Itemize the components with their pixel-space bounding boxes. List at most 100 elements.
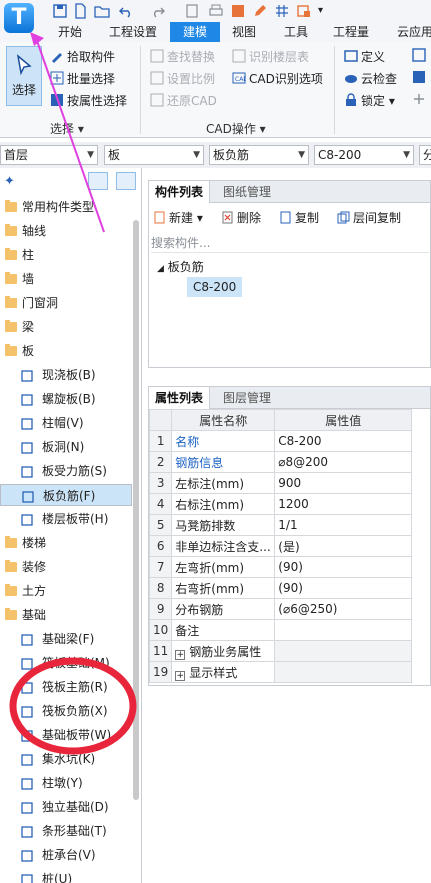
expand-plus-icon[interactable]: +: [175, 649, 186, 660]
tree-item[interactable]: 门窗洞: [0, 292, 132, 314]
delete-button[interactable]: 删除: [221, 209, 261, 227]
axis-icon[interactable]: [412, 92, 426, 110]
property-row[interactable]: 4 右标注(mm) 1200: [148, 493, 413, 515]
cloud-check-button[interactable]: 云检查: [344, 70, 397, 88]
tab-component-list[interactable]: 构件列表: [149, 181, 211, 203]
tree-item[interactable]: 柱帽(V): [0, 412, 132, 434]
tree-item[interactable]: 梁: [0, 316, 132, 338]
tab-view[interactable]: 视图: [224, 22, 264, 42]
tree-item[interactable]: 板受力筋(S): [0, 460, 132, 482]
tree-item[interactable]: 基础: [0, 604, 132, 626]
identify-floor-table-button[interactable]: 识别楼层表: [232, 48, 309, 66]
tree-item[interactable]: 板洞(N): [0, 436, 132, 458]
sparkle-icon[interactable]: ✦: [4, 174, 15, 189]
property-row[interactable]: 19 + 显示样式: [148, 661, 413, 683]
tree-item[interactable]: 现浇板(B): [0, 364, 132, 386]
tree-item[interactable]: 常用构件类型: [0, 196, 132, 218]
tree-item[interactable]: 基础梁(F): [0, 628, 132, 650]
property-row[interactable]: 9 分布钢筋 (⌀6@250): [148, 598, 413, 620]
select-by-property-button[interactable]: 按属性选择: [50, 92, 127, 110]
copy-icon[interactable]: [412, 48, 426, 66]
tab-property-list[interactable]: 属性列表: [149, 387, 211, 409]
pencil-icon[interactable]: [252, 3, 268, 19]
property-row[interactable]: 10 备注: [148, 619, 413, 641]
tree-item[interactable]: 楼梯: [0, 532, 132, 554]
tab-tools[interactable]: 工具: [276, 22, 316, 42]
tab-project-settings[interactable]: 工程设置: [104, 22, 162, 42]
batch-select-button[interactable]: 批量选择: [50, 70, 115, 88]
tree-item[interactable]: 螺旋板(B): [0, 388, 132, 410]
tree-item[interactable]: 柱: [0, 244, 132, 266]
select-group-label[interactable]: 选择 ▾: [50, 120, 84, 137]
grid-icon[interactable]: [274, 3, 290, 19]
cad-recognition-options-button[interactable]: CAD CAD识别选项: [232, 70, 323, 88]
customize-icon[interactable]: ▾: [318, 3, 334, 19]
tree-item[interactable]: 装修: [0, 556, 132, 578]
tree-item[interactable]: 柱墩(Y): [0, 772, 132, 794]
new-file-icon[interactable]: [72, 3, 88, 19]
tab-layer-management[interactable]: 图层管理: [217, 387, 277, 409]
lock-button[interactable]: 锁定 ▾: [344, 92, 395, 110]
category-select[interactable]: 板 ▼: [104, 145, 204, 165]
layer-icon[interactable]: [296, 3, 312, 19]
copy-between-floors-button[interactable]: 层间复制: [337, 209, 401, 227]
set-scale-button[interactable]: 设置比例: [150, 70, 215, 88]
property-row[interactable]: 1 名称 C8-200: [148, 430, 413, 452]
type-select[interactable]: 板负筋 ▼: [209, 145, 309, 165]
new-button[interactable]: 新建 ▾: [153, 209, 203, 227]
tab-quantities[interactable]: 工程量: [326, 22, 376, 42]
print-icon[interactable]: [208, 3, 224, 19]
property-value[interactable]: 1200: [274, 493, 413, 515]
tab-start[interactable]: 开始: [50, 22, 90, 42]
property-value[interactable]: (90): [274, 556, 413, 578]
pick-component-button[interactable]: 拾取构件: [50, 48, 115, 66]
property-value[interactable]: [274, 640, 413, 662]
tree-item[interactable]: 筏板主筋(R): [0, 676, 132, 698]
list-view-icon[interactable]: [88, 172, 108, 190]
component-item-c8-200[interactable]: C8-200: [187, 277, 243, 297]
property-row[interactable]: 3 左标注(mm) 900: [148, 472, 413, 494]
property-value[interactable]: ⌀8@200: [274, 451, 413, 473]
copy-button[interactable]: 复制: [279, 209, 319, 227]
tree-item[interactable]: 土方: [0, 580, 132, 602]
blank-doc-icon[interactable]: [184, 3, 200, 19]
find-replace-button[interactable]: 查找替换: [150, 48, 215, 66]
expand-plus-icon[interactable]: +: [175, 670, 186, 681]
tree-item[interactable]: 板负筋(F): [0, 484, 132, 506]
tree-item[interactable]: 筏板负筋(X): [0, 700, 132, 722]
property-value[interactable]: (90): [274, 577, 413, 599]
property-row[interactable]: 11 + 钢筋业务属性: [148, 640, 413, 662]
property-value[interactable]: 1/1: [274, 514, 413, 536]
tree-item[interactable]: 楼层板带(H): [0, 508, 132, 530]
property-value[interactable]: 900: [274, 472, 413, 494]
collapse-triangle-icon[interactable]: ◢: [157, 264, 164, 274]
undo-icon[interactable]: [118, 3, 134, 19]
tree-item[interactable]: 独立基础(D): [0, 796, 132, 818]
tree-item[interactable]: 桩(U): [0, 868, 132, 883]
tree-item[interactable]: 筏板基础(M): [0, 652, 132, 674]
property-value[interactable]: [274, 661, 413, 683]
property-row[interactable]: 7 左弯折(mm) (90): [148, 556, 413, 578]
tree-scrollbar[interactable]: [133, 220, 139, 800]
open-folder-icon[interactable]: [94, 3, 110, 19]
tree-item[interactable]: 集水坑(K): [0, 748, 132, 770]
property-row[interactable]: 2 钢筋信息 ⌀8@200: [148, 451, 413, 473]
redo-icon[interactable]: [150, 3, 166, 19]
define-button[interactable]: 定义: [344, 48, 385, 66]
save-icon[interactable]: [52, 3, 68, 19]
property-value[interactable]: C8-200: [274, 430, 413, 452]
tab-modeling[interactable]: 建模: [170, 22, 220, 42]
tile-view-icon[interactable]: [116, 172, 136, 190]
property-value[interactable]: (是): [274, 535, 413, 557]
property-row[interactable]: 5 马凳筋排数 1/1: [148, 514, 413, 536]
tree-item[interactable]: 基础板带(W): [0, 724, 132, 746]
app-logo-icon[interactable]: T: [4, 3, 34, 33]
tree-item[interactable]: 轴线: [0, 220, 132, 242]
restore-cad-button[interactable]: 还原CAD: [150, 92, 217, 110]
tab-cloud[interactable]: 云应用: [390, 22, 431, 42]
property-value[interactable]: [274, 619, 413, 641]
tree-root-node[interactable]: ◢ 板负筋: [157, 257, 204, 279]
extra-select[interactable]: 分: [419, 145, 431, 165]
property-row[interactable]: 6 非单边标注含支... (是): [148, 535, 413, 557]
floor-select[interactable]: 首层 ▼: [0, 145, 98, 165]
